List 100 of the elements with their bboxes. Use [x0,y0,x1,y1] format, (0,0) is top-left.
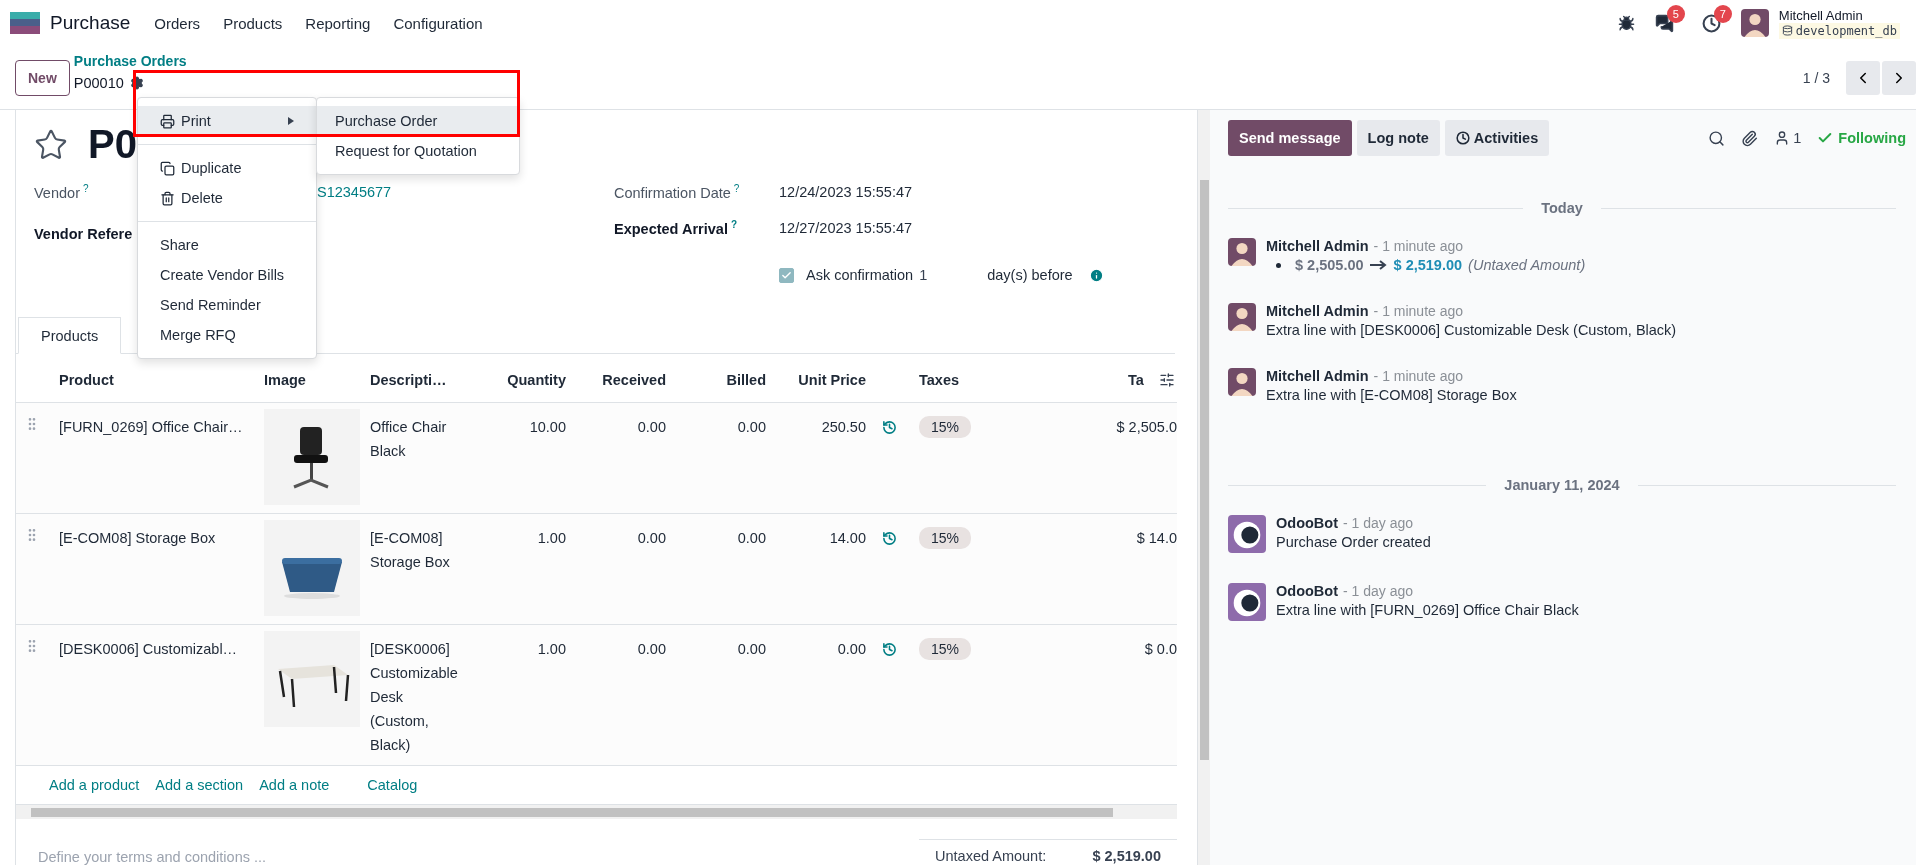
message-time: - 1 minute ago [1373,238,1464,254]
column-header[interactable]: Product [51,357,256,403]
bug-icon[interactable] [1617,14,1635,32]
message-author[interactable]: Mitchell Admin [1266,368,1369,384]
printer-icon [160,113,175,129]
menu-item[interactable]: Configuration [393,14,483,32]
message-text: Extra line with [FURN_0269] Office Chair Black [1276,602,1579,618]
star-icon[interactable] [34,127,68,162]
search-icon[interactable] [1708,129,1726,147]
message-text: Purchase Order created [1276,534,1431,550]
menu-item[interactable]: Request for Quotation [317,136,519,166]
column-header[interactable]: Quantity [471,357,574,403]
table-cell: $ 14.0 [1136,529,1177,546]
column-header[interactable]: Unit Price [774,357,874,403]
menu-item[interactable]: Purchase Order [317,106,519,136]
menu-item[interactable]: Print [138,106,316,136]
avatar [1228,583,1266,621]
total-value: $ 2,519.00 [1092,848,1161,865]
menu-item[interactable]: Delete [138,183,316,213]
tab[interactable]: Products [18,317,122,355]
record-name: P00010 [73,74,124,93]
avatar [1228,238,1256,266]
avatar [1740,9,1769,37]
table-cell: 0.00 [637,529,666,546]
next-button[interactable] [1882,60,1916,95]
field-label: day(s) before [987,267,1073,284]
checkbox[interactable] [779,267,794,283]
date-separator: Today [1541,200,1583,216]
breadcrumb-link[interactable]: Purchase Orders [73,53,187,69]
column-header[interactable]: Billed [674,357,774,403]
arrow-icon [1369,260,1388,270]
settings-icon[interactable] [129,76,144,90]
followers-button[interactable]: 1 [1774,130,1802,146]
message-text: Extra line with [DESK0006] Customizable Desk (Custom, Black) [1266,322,1677,338]
menu-item[interactable]: Merge RFQ [138,320,316,350]
message-text: Extra line with [E-COM08] Storage Box [1266,387,1517,403]
table-cell: [DESK0006] Customizable Desk (Custom, Black) [370,640,458,753]
table-cell: 0.00 [737,640,766,657]
add-link[interactable]: Add a product [49,777,140,793]
message-author[interactable]: Mitchell Admin [1266,303,1369,319]
field-label: Vendor Refere [34,226,133,243]
history-icon[interactable] [882,530,897,546]
vendor-link[interactable]: S12345677 [317,184,392,201]
message-time: - 1 minute ago [1373,368,1464,384]
table-cell: 0.00 [737,418,766,435]
chatter-button[interactable]: Log note [1356,120,1440,156]
table-cell: $ 0.0 [1144,640,1177,657]
table-cell: Office Chair Black [370,418,447,459]
new-button[interactable]: New [15,59,70,96]
menu-item[interactable]: Products [223,14,283,32]
table-cell: [DESK0006] Customizabl… [59,640,238,657]
message-author[interactable]: OdooBot [1276,583,1338,599]
table-cell: 1.00 [537,529,566,546]
horizontal-scrollbar[interactable] [16,805,1177,819]
message-time: - 1 day ago [1343,583,1414,599]
chatter-button[interactable]: Activities [1444,120,1550,156]
date-separator: January 11, 2024 [1504,477,1620,493]
count-badge: 7 [1713,4,1732,23]
menu-item[interactable]: Reporting [305,14,371,32]
chat-icon[interactable] [1654,13,1674,33]
total-label: Untaxed Amount: [935,848,1047,865]
clock-icon [1455,131,1470,145]
database-name: development_db [1778,22,1900,39]
chatter-button[interactable]: Send message [1228,120,1352,156]
app-logo [10,12,40,34]
menu-item[interactable]: Share [138,230,316,260]
column-header[interactable]: Taxes [911,357,1106,403]
table-cell: [E-COM08] Storage Box [59,529,216,546]
tracked-field: (Untaxed Amount) [1468,257,1586,273]
trash-icon [160,190,175,206]
field-label: Vendor $^{?}$ [34,183,89,202]
menu-item[interactable]: Send Reminder [138,290,316,320]
paperclip-icon[interactable] [1741,129,1759,147]
tax-tag: 15% [919,637,972,660]
message-author[interactable]: Mitchell Admin [1266,238,1369,254]
field-label: Confirmation Date $^{?}$ [614,183,740,202]
add-link[interactable]: Add a note [259,777,330,793]
table-cell: 0.00 [837,640,866,657]
info-icon[interactable] [1088,267,1104,283]
table-cell: 14.00 [829,529,866,546]
message-author[interactable]: OdooBot [1276,515,1338,531]
table-cell: [E-COM08] Storage Box [370,529,450,570]
vertical-scrollbar[interactable] [1198,110,1210,865]
column-header[interactable]: Descripti… [362,357,471,403]
add-link[interactable]: Catalog [367,777,418,793]
history-icon[interactable] [882,419,897,435]
column-settings-icon[interactable] [1159,371,1175,388]
user-name[interactable]: Mitchell Admin [1778,7,1900,23]
column-header[interactable]: Image [256,357,362,403]
menu-item[interactable]: Duplicate [138,153,316,183]
table-cell: 0.00 [637,640,666,657]
column-header[interactable]: Received [574,357,674,403]
add-link[interactable]: Add a section [155,777,244,793]
menu-item[interactable]: Create Vendor Bills [138,260,316,290]
days-field[interactable]: 1 [919,267,988,284]
menu-item[interactable]: Orders [154,14,201,32]
clock-icon[interactable] [1701,13,1721,33]
tax-tag: 15% [919,415,972,438]
history-icon[interactable] [882,641,897,657]
new-value: $ 2,519.00 [1393,257,1463,273]
